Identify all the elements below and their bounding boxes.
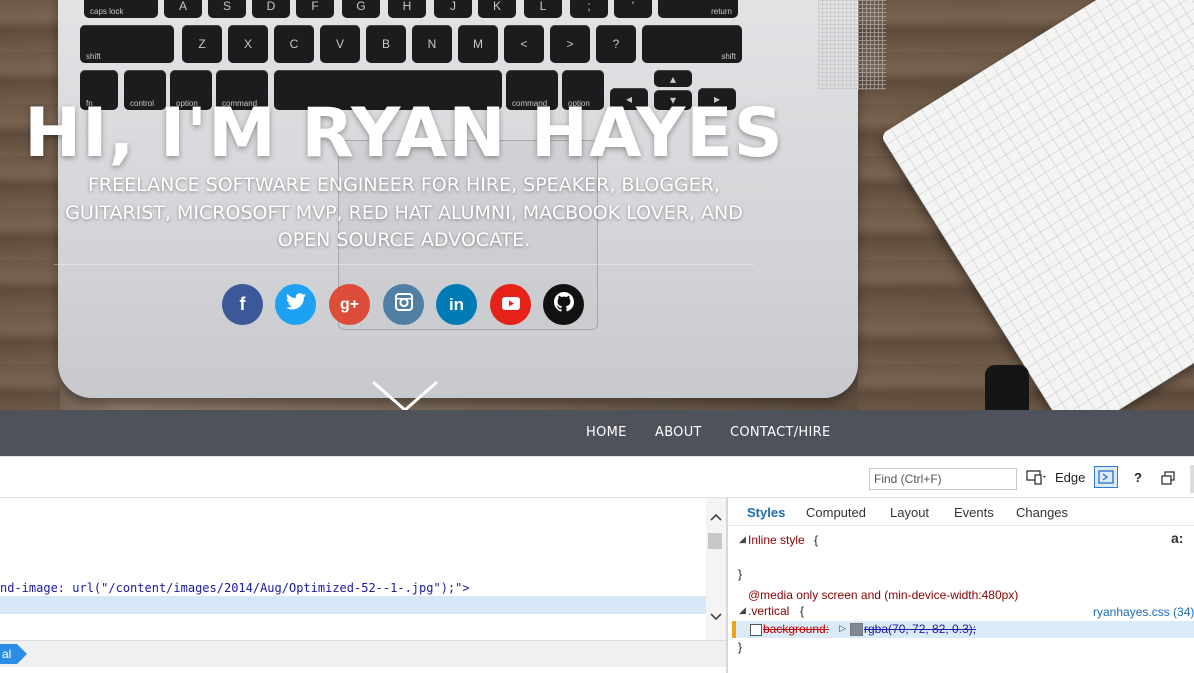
text-size-icon[interactable]: a: xyxy=(1171,530,1183,546)
key: G xyxy=(342,0,380,18)
tab-styles[interactable]: Styles xyxy=(747,505,785,520)
key: A xyxy=(164,0,202,18)
scroll-down-icon[interactable] xyxy=(371,380,439,410)
key: L xyxy=(524,0,562,18)
console-toggle-icon[interactable] xyxy=(1094,466,1118,488)
instagram-button[interactable] xyxy=(383,284,424,325)
key: shift xyxy=(642,25,742,63)
twitter-icon xyxy=(285,293,306,316)
hero-divider xyxy=(54,264,754,265)
pen-image xyxy=(985,365,1029,410)
google-plus-icon: g+ xyxy=(339,295,360,313)
styles-pane: Styles Computed Layout Events Changes ◢ … xyxy=(728,498,1194,673)
hero-subtitle: FREELANCE SOFTWARE ENGINEER FOR HIRE, SP… xyxy=(65,174,743,251)
tab-changes[interactable]: Changes xyxy=(1016,505,1068,520)
property-checkbox[interactable] xyxy=(750,624,762,636)
tab-layout[interactable]: Layout xyxy=(890,505,929,520)
color-swatch[interactable] xyxy=(850,623,863,636)
collapse-triangle-icon[interactable]: ◢ xyxy=(739,534,746,545)
social-links: f g+ in xyxy=(222,284,592,326)
linkedin-icon: in xyxy=(448,294,465,314)
hero-section: caps lock A S D F G H J K L ; ' return s… xyxy=(0,0,1194,410)
key: N xyxy=(412,25,452,63)
key: S xyxy=(208,0,246,18)
dom-scrollbar[interactable] xyxy=(706,498,726,640)
github-icon xyxy=(553,292,574,317)
collapse-triangle-icon[interactable]: ◢ xyxy=(739,605,746,616)
main-nav: HOME ABOUT CONTACT/HIRE xyxy=(0,410,1194,456)
key: J xyxy=(434,0,472,18)
find-input[interactable] xyxy=(869,468,1017,490)
tab-computed[interactable]: Computed xyxy=(806,505,866,520)
media-query: @media only screen and (min-device-width… xyxy=(748,588,1019,602)
scroll-thumb[interactable] xyxy=(708,533,722,549)
devtools-panel: Edge ? nd-image: url("/content/images/20… xyxy=(0,456,1194,673)
key: Z xyxy=(182,25,222,63)
key: M xyxy=(458,25,498,63)
key: K xyxy=(478,0,516,18)
key: ; xyxy=(570,0,608,18)
scroll-down-icon[interactable] xyxy=(709,612,723,622)
dom-breadcrumb: al xyxy=(0,640,726,667)
key: return xyxy=(658,0,738,18)
facebook-icon: f xyxy=(239,294,246,314)
devtools-toolbar: Edge ? xyxy=(0,463,1194,498)
source-file-link[interactable]: ryanhayes.css (34) xyxy=(1093,605,1194,619)
scroll-up-icon[interactable] xyxy=(709,512,723,522)
toolbar-edge xyxy=(1190,465,1194,493)
emulation-device-icon[interactable] xyxy=(1026,469,1048,488)
key: ? xyxy=(596,25,636,63)
key: caps lock xyxy=(84,0,158,18)
youtube-icon xyxy=(501,294,520,315)
speaker-grill xyxy=(818,0,886,90)
inline-style-label: Inline style xyxy=(748,533,805,547)
key: < xyxy=(504,25,544,63)
close-brace: } xyxy=(738,640,743,654)
nav-contact-hire[interactable]: CONTACT/HIRE xyxy=(730,425,830,440)
nav-about[interactable]: ABOUT xyxy=(655,425,702,440)
key: > xyxy=(550,25,590,63)
help-icon[interactable]: ? xyxy=(1134,470,1142,485)
key: B xyxy=(366,25,406,63)
tabs-divider xyxy=(728,525,1194,526)
key: V xyxy=(320,25,360,63)
property-value[interactable]: rgba(70, 72, 82, 0.3); xyxy=(864,622,976,636)
property-name[interactable]: background: xyxy=(763,622,829,636)
key: C xyxy=(274,25,314,63)
github-button[interactable] xyxy=(543,284,584,325)
dom-code-line[interactable]: nd-image: url("/content/images/2014/Aug/… xyxy=(0,581,470,595)
dom-explorer: nd-image: url("/content/images/2014/Aug/… xyxy=(0,498,706,640)
key: H xyxy=(388,0,426,18)
wood-background xyxy=(0,0,60,410)
key: D xyxy=(252,0,290,18)
key: X xyxy=(228,25,268,63)
arrow-up-key: ▴ xyxy=(654,70,692,87)
tab-events[interactable]: Events xyxy=(954,505,994,520)
key: shift xyxy=(80,25,174,63)
hero-title: HI, I'M RYAN HAYES xyxy=(24,94,784,173)
expand-triangle-icon[interactable]: ▷ xyxy=(839,623,846,634)
key: ' xyxy=(614,0,652,18)
css-selector: .vertical xyxy=(748,604,790,618)
browser-mode-label[interactable]: Edge xyxy=(1055,470,1085,485)
key: F xyxy=(296,0,334,18)
undock-icon[interactable] xyxy=(1161,471,1175,488)
close-brace: } xyxy=(738,567,743,581)
selected-dom-line[interactable] xyxy=(0,596,706,614)
google-plus-button[interactable]: g+ xyxy=(329,284,370,325)
youtube-button[interactable] xyxy=(490,284,531,325)
breadcrumb-item[interactable]: al xyxy=(0,644,28,664)
linkedin-button[interactable]: in xyxy=(436,284,477,325)
facebook-button[interactable]: f xyxy=(222,284,263,325)
nav-home[interactable]: HOME xyxy=(586,425,627,440)
open-brace: { xyxy=(800,604,805,618)
twitter-button[interactable] xyxy=(275,284,316,325)
instagram-icon xyxy=(394,293,413,316)
open-brace: { xyxy=(814,533,819,547)
